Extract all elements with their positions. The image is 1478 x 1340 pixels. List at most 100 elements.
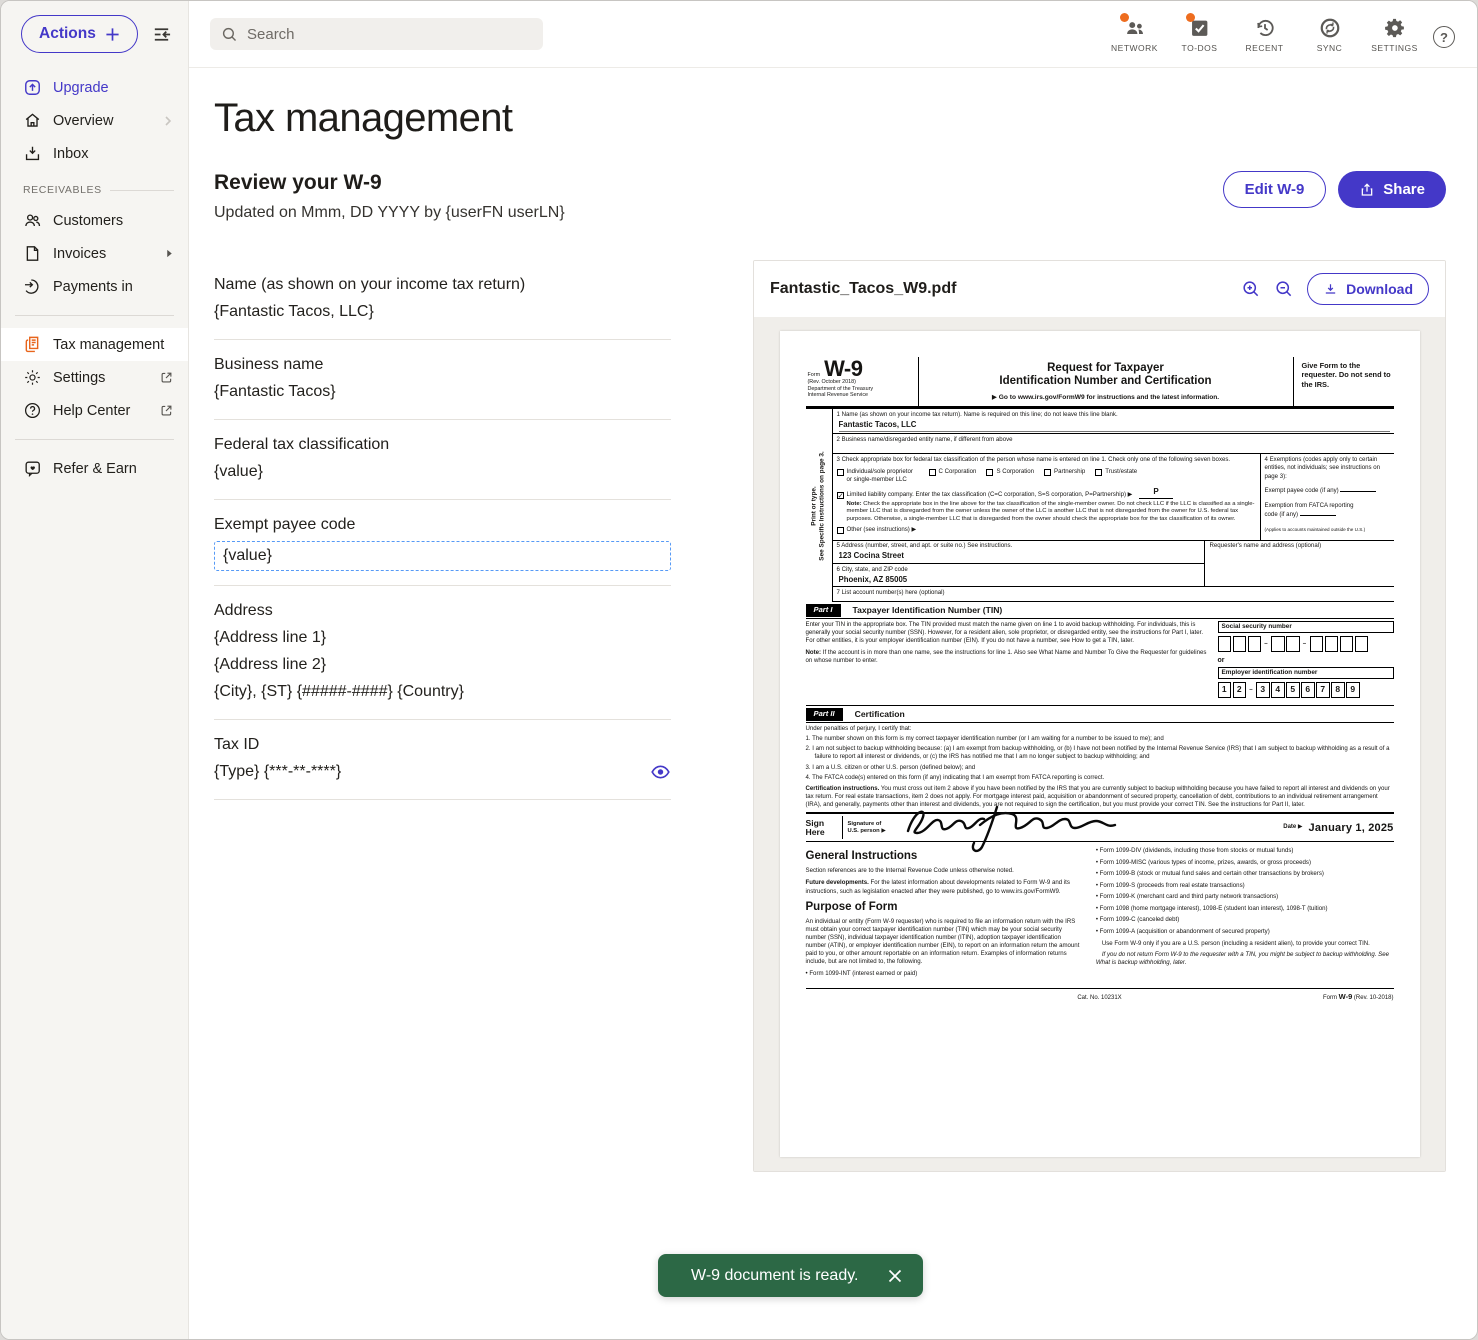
field-value: {Type} {***-**-****} [214, 759, 341, 785]
plus-icon [105, 27, 120, 42]
sidebar-item-inbox[interactable]: Inbox [1, 137, 188, 170]
w9-part2-tag: Part II [806, 708, 843, 721]
w9-part1-tag: Part I [806, 604, 841, 617]
download-icon [1323, 282, 1338, 297]
checkbox-llc-checked [837, 492, 844, 499]
divider [15, 439, 174, 440]
checkbox-partnership [1044, 469, 1051, 476]
help-icon [23, 401, 42, 420]
w9-print-or-type: Print or type. See Specific Instructions… [810, 451, 827, 560]
w9-document-page: FormW-9 (Rev. October 2018) Department o… [780, 331, 1420, 1157]
field-value: {value} [214, 459, 671, 485]
sidebar-item-overview[interactable]: Overview [1, 104, 188, 137]
sidebar-item-payments-in[interactable]: Payments in [1, 270, 188, 303]
signature [900, 813, 1280, 843]
w9-goto: ▶ Go to www.irs.gov/FormW9 for instructi… [929, 394, 1283, 403]
notification-dot [1186, 13, 1195, 22]
exempt-payee-value-box[interactable]: {value} [214, 541, 671, 571]
collapse-sidebar-icon[interactable] [151, 24, 172, 45]
recent-button[interactable]: RECENT [1236, 15, 1293, 53]
network-icon [1123, 17, 1147, 39]
payments-in-icon [23, 277, 42, 296]
help-button[interactable]: ? [1433, 26, 1455, 48]
actions-label: Actions [39, 25, 96, 43]
external-link-icon [159, 403, 174, 418]
w9-purpose-title: Purpose of Form [806, 900, 1082, 915]
search-input[interactable] [247, 26, 532, 43]
refer-earn-icon [23, 459, 42, 478]
settings-button[interactable]: SETTINGS [1366, 15, 1423, 53]
search-bar[interactable] [210, 18, 543, 50]
sidebar-item-label: Help Center [53, 403, 130, 419]
network-button[interactable]: NETWORK [1106, 15, 1163, 53]
w9-ssn-boxes: – – [1218, 636, 1394, 652]
edit-w9-button[interactable]: Edit W-9 [1223, 171, 1327, 208]
actions-button[interactable]: Actions [21, 15, 138, 53]
share-label: Share [1383, 181, 1425, 198]
topbar: NETWORK TO-DOS RECENT [189, 1, 1477, 68]
sidebar-item-settings[interactable]: Settings [1, 361, 188, 394]
field-label: Exempt payee code [214, 512, 671, 538]
checkbox-individual [837, 469, 844, 476]
w9-date-label: Date ▶ [1283, 824, 1302, 832]
field-value: {Fantastic Tacos, LLC} [214, 299, 671, 325]
reveal-tax-id-eye-icon[interactable] [650, 763, 671, 781]
w9-date-value: January 1, 2025 [1309, 821, 1394, 836]
pdf-header: Fantastic_Tacos_W9.pdf Download [754, 261, 1445, 317]
page-title: Tax management [214, 96, 1446, 141]
search-icon [221, 26, 238, 43]
w9-form-name: W-9 [824, 359, 862, 379]
sidebar-item-label: Payments in [53, 279, 133, 295]
w9-address-value: 123 Cocina Street [839, 551, 1200, 561]
w9-line1-label: 1 Name (as shown on your income tax retu… [837, 411, 1390, 419]
w9-line1-value: Fantastic Tacos, LLC [839, 420, 1390, 432]
notification-dot [1120, 13, 1129, 22]
w9-signature-label: Signature ofU.S. person ▶ [848, 821, 900, 835]
share-button[interactable]: Share [1338, 171, 1446, 208]
sidebar-item-label: Tax management [53, 337, 164, 353]
updated-line: Updated on Mmm, DD YYYY by {userFN userL… [214, 204, 565, 222]
download-button[interactable]: Download [1307, 273, 1429, 305]
field-label: Tax ID [214, 732, 671, 758]
zoom-out-icon[interactable] [1274, 279, 1294, 299]
checkbox-other [837, 527, 844, 534]
todos-label: TO-DOS [1182, 43, 1218, 53]
tax-management-icon [23, 335, 42, 354]
field-label: Name (as shown on your income tax return… [214, 272, 671, 298]
zoom-in-icon[interactable] [1241, 279, 1261, 299]
main-area: NETWORK TO-DOS RECENT [189, 1, 1477, 1339]
sidebar-item-customers[interactable]: Customers [1, 204, 188, 237]
w9-footer-form: Form W-9 (Rev. 10-2018) [1122, 992, 1394, 1003]
field-exempt-payee-code: Exempt payee code {value} [214, 500, 671, 586]
sidebar-item-refer-earn[interactable]: Refer & Earn [1, 452, 188, 485]
sidebar-item-invoices[interactable]: Invoices [1, 237, 188, 270]
gear-icon [23, 368, 42, 387]
field-address: Address {Address line 1} {Address line 2… [214, 586, 671, 720]
section-title: Review your W-9 [214, 171, 565, 195]
todos-button[interactable]: TO-DOS [1171, 15, 1228, 53]
w9-summary-fields: Name (as shown on your income tax return… [214, 260, 671, 800]
receivables-section-label: RECEIVABLES [1, 184, 188, 196]
pdf-preview-panel: Fantastic_Tacos_W9.pdf Download [753, 260, 1446, 1172]
sidebar-item-help-center[interactable]: Help Center [1, 394, 188, 427]
w9-give-form: Give Form to the requester. Do not send … [1294, 357, 1394, 406]
todos-icon [1189, 17, 1210, 39]
invoice-icon [23, 244, 42, 263]
sidebar-item-upgrade[interactable]: Upgrade [1, 71, 188, 104]
field-label: Address [214, 598, 671, 624]
toast-close-icon[interactable] [885, 1266, 905, 1286]
sidebar-item-label: Customers [53, 213, 123, 229]
sidebar-item-tax-management[interactable]: Tax management [1, 328, 188, 361]
w9-ein-boxes: 1 2 – 3 4 5 6 7 8 9 [1218, 682, 1394, 698]
upgrade-icon [23, 78, 42, 97]
pdf-viewer[interactable]: FormW-9 (Rev. October 2018) Department o… [754, 317, 1445, 1171]
toast-message: W-9 document is ready. [691, 1267, 858, 1285]
sidebar-item-label: Upgrade [53, 80, 109, 96]
w9-city-state-zip-value: Phoenix, AZ 85005 [839, 575, 1200, 585]
sync-button[interactable]: SYNC [1301, 15, 1358, 53]
field-federal-tax-classification: Federal tax classification {value} [214, 420, 671, 500]
sidebar-item-label: Invoices [53, 246, 106, 262]
chevron-right-icon [162, 115, 174, 127]
w9-box4-label: 4 Exemptions (codes apply only to certai… [1265, 456, 1390, 480]
inbox-icon [23, 144, 42, 163]
